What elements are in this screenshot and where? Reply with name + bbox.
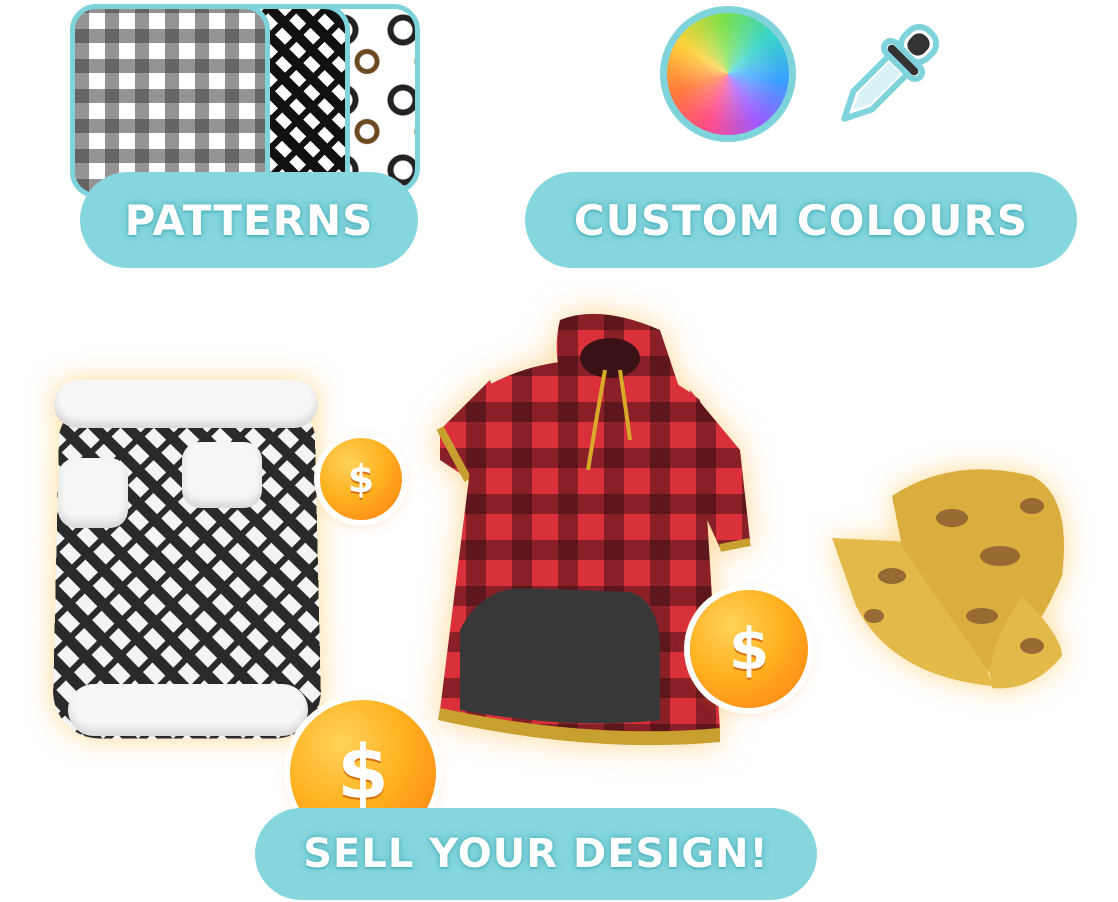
pattern-swatch-gingham[interactable]: [70, 4, 270, 198]
bucket-hat-item: [832, 469, 1064, 689]
custom-colours-button[interactable]: CUSTOM COLOURS: [525, 172, 1077, 268]
patterns-label: PATTERNS: [124, 195, 374, 245]
coin-icon: $: [320, 438, 402, 520]
patterns-button[interactable]: PATTERNS: [80, 172, 418, 268]
eyedropper-icon[interactable]: [826, 18, 946, 136]
sell-your-design-button[interactable]: SELL YOUR DESIGN!: [255, 808, 817, 900]
sell-your-design-label: SELL YOUR DESIGN!: [303, 831, 769, 877]
skirt-item: [46, 380, 328, 742]
coin-icon: $: [690, 590, 808, 708]
custom-colours-label: CUSTOM COLOURS: [573, 195, 1029, 245]
color-wheel-icon[interactable]: [660, 6, 796, 142]
